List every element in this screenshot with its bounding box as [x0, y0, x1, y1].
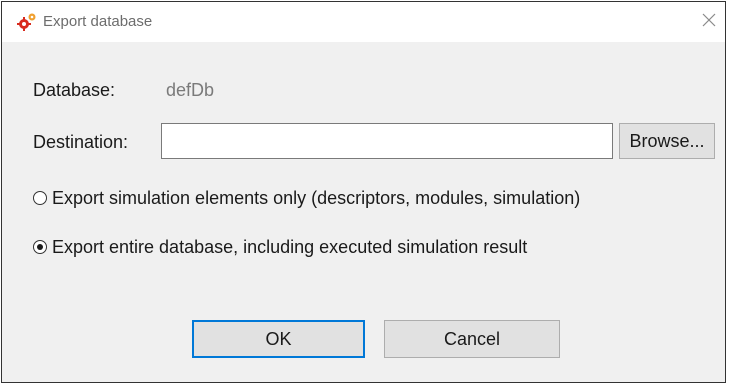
gears-icon	[16, 12, 38, 32]
destination-input[interactable]	[161, 123, 613, 159]
destination-label: Destination:	[33, 132, 129, 152]
ok-button[interactable]: OK	[192, 320, 365, 358]
database-value: defDb	[166, 80, 215, 100]
close-button[interactable]	[695, 6, 723, 34]
title-bar: Export database	[2, 2, 725, 42]
cancel-button[interactable]: Cancel	[384, 320, 560, 358]
close-icon	[702, 13, 716, 27]
browse-button[interactable]: Browse...	[619, 123, 715, 159]
radio-export-elements-only[interactable]: Export simulation elements only (descrip…	[33, 187, 580, 209]
radio-button[interactable]	[33, 240, 47, 254]
radio-export-entire-database[interactable]: Export entire database, including execut…	[33, 236, 527, 258]
radio-button[interactable]	[33, 191, 47, 205]
database-label: Database:	[33, 80, 116, 100]
window-title: Export database	[43, 13, 153, 30]
radio-label-elements-only: Export simulation elements only (descrip…	[52, 188, 581, 208]
radio-label-entire-database: Export entire database, including execut…	[52, 237, 528, 257]
export-database-dialog: Export database Database: defDb Destinat…	[1, 1, 726, 383]
